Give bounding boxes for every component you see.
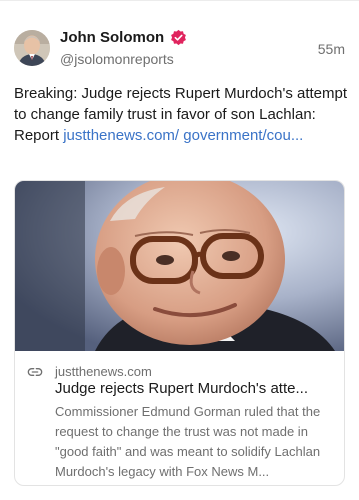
author-name[interactable]: John Solomon — [60, 29, 164, 46]
card-description: Commissioner Edmund Gorman ruled that th… — [55, 404, 321, 479]
post-link[interactable]: justthenews.com/ government/cou... — [63, 127, 303, 144]
divider — [0, 0, 359, 1]
author-handle[interactable]: @jsolomonreports — [60, 51, 174, 67]
timestamp[interactable]: 55m — [318, 41, 345, 57]
card-title[interactable]: Judge rejects Rupert Murdoch's atte... — [55, 380, 335, 397]
card-domain: justthenews.com — [55, 364, 152, 379]
avatar[interactable] — [14, 30, 50, 66]
post[interactable]: John Solomon @jsolomonreports 55m Breaki… — [0, 0, 359, 500]
link-icon — [27, 368, 43, 376]
avatar-image — [14, 30, 50, 66]
link-preview-card[interactable]: justthenews.com Judge rejects Rupert Mur… — [14, 180, 345, 486]
card-image[interactable] — [15, 181, 345, 351]
verified-badge-icon — [171, 29, 186, 46]
post-text: Breaking: Judge rejects Rupert Murdoch's… — [14, 83, 349, 146]
